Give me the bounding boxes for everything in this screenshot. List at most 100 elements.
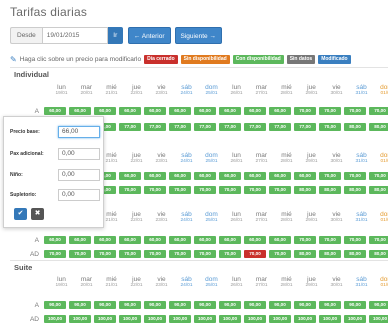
rate-cell[interactable]: 60,00	[169, 107, 191, 115]
rate-cell[interactable]: 80,00	[344, 123, 366, 131]
rate-cell[interactable]: 60,00	[94, 107, 116, 115]
rate-cell[interactable]: 70,00	[194, 186, 216, 194]
rate-cell[interactable]: 70,00	[244, 186, 266, 194]
rate-cell[interactable]: 90,00	[319, 301, 341, 309]
previous-button[interactable]: ← Anterior	[127, 27, 171, 44]
rate-cell[interactable]: 70,00	[119, 250, 141, 258]
rate-cell[interactable]: 80,00	[319, 186, 341, 194]
rate-cell[interactable]: 90,00	[169, 301, 191, 309]
rate-cell[interactable]: 77,00	[269, 123, 291, 131]
child-input[interactable]: 0,00	[58, 169, 100, 181]
extra-pax-input[interactable]: 0,00	[58, 148, 100, 160]
rate-cell[interactable]: 70,00	[319, 172, 341, 180]
rate-cell[interactable]: 90,00	[294, 301, 316, 309]
rate-cell[interactable]: 60,00	[194, 107, 216, 115]
rate-cell[interactable]: 70,00	[319, 123, 341, 131]
rate-cell[interactable]: 100,00	[294, 315, 316, 323]
rate-cell[interactable]: 60,00	[119, 236, 141, 244]
rate-cell[interactable]: 60,00	[244, 236, 266, 244]
go-button[interactable]: Ir	[107, 27, 123, 44]
rate-cell[interactable]: 60,00	[144, 236, 166, 244]
rate-cell[interactable]: 77,00	[294, 123, 316, 131]
rate-cell[interactable]: 70,00	[169, 250, 191, 258]
rate-cell[interactable]: 70,00	[44, 250, 66, 258]
rate-cell[interactable]: 60,00	[119, 172, 141, 180]
rate-cell[interactable]: 70,00	[319, 236, 341, 244]
rate-cell[interactable]: 60,00	[244, 107, 266, 115]
rate-cell[interactable]: 80,00	[344, 250, 366, 258]
rate-cell[interactable]: 70,00	[219, 186, 241, 194]
rate-cell[interactable]: 100,00	[344, 315, 366, 323]
rate-cell[interactable]: 70,00	[294, 107, 316, 115]
rate-cell[interactable]: 80,00	[369, 186, 388, 194]
rate-cell[interactable]: 77,00	[169, 123, 191, 131]
rate-cell[interactable]: 100,00	[169, 315, 191, 323]
rate-cell[interactable]: 90,00	[144, 301, 166, 309]
rate-cell[interactable]: 80,00	[294, 250, 316, 258]
confirm-button[interactable]: ✔	[14, 208, 27, 220]
rate-cell[interactable]: 70,00	[69, 250, 91, 258]
rate-cell[interactable]: 90,00	[219, 301, 241, 309]
rate-cell[interactable]: 100,00	[319, 315, 341, 323]
rate-cell[interactable]: 100,00	[69, 315, 91, 323]
date-input[interactable]: 19/01/2015	[41, 27, 108, 44]
rate-cell[interactable]: 60,00	[44, 107, 66, 115]
rate-cell[interactable]: 60,00	[269, 236, 291, 244]
rate-cell[interactable]: 100,00	[194, 315, 216, 323]
rate-cell[interactable]: 60,00	[119, 107, 141, 115]
rate-cell[interactable]: 70,00	[369, 172, 388, 180]
rate-cell[interactable]: 77,00	[244, 123, 266, 131]
rate-cell[interactable]: 100,00	[94, 315, 116, 323]
rate-cell[interactable]: 100,00	[269, 315, 291, 323]
rate-cell[interactable]: 100,00	[369, 315, 388, 323]
rate-cell[interactable]: 60,00	[69, 236, 91, 244]
rate-cell[interactable]: 100,00	[219, 315, 241, 323]
rate-cell[interactable]: 100,00	[44, 315, 66, 323]
rate-cell[interactable]: 77,00	[119, 123, 141, 131]
base-price-input[interactable]: 66,00	[58, 126, 100, 138]
rate-cell[interactable]: 60,00	[219, 236, 241, 244]
rate-cell[interactable]: 77,00	[194, 123, 216, 131]
rate-cell[interactable]: 70,00	[369, 107, 388, 115]
rate-cell[interactable]: 90,00	[119, 301, 141, 309]
rate-cell[interactable]: 70,00	[219, 250, 241, 258]
rate-cell[interactable]: 60,00	[69, 107, 91, 115]
rate-cell[interactable]: 70,00	[144, 186, 166, 194]
rate-cell[interactable]: 60,00	[244, 172, 266, 180]
rate-cell[interactable]: 100,00	[144, 315, 166, 323]
rate-cell[interactable]: 100,00	[244, 315, 266, 323]
rate-cell[interactable]: 60,00	[44, 236, 66, 244]
rate-cell[interactable]: 90,00	[94, 301, 116, 309]
rate-cell[interactable]: 60,00	[269, 172, 291, 180]
rate-cell[interactable]: 100,00	[119, 315, 141, 323]
rate-cell[interactable]: 80,00	[369, 250, 388, 258]
rate-cell[interactable]: 60,00	[269, 107, 291, 115]
rate-cell[interactable]: 70,00	[169, 186, 191, 194]
rate-cell[interactable]: 60,00	[169, 172, 191, 180]
rate-cell[interactable]: 70,00	[269, 186, 291, 194]
rate-cell[interactable]: 77,00	[219, 123, 241, 131]
rate-cell[interactable]: 70,00	[344, 172, 366, 180]
rate-cell[interactable]: 90,00	[69, 301, 91, 309]
rate-cell[interactable]: 80,00	[294, 186, 316, 194]
rate-cell[interactable]: 60,00	[219, 107, 241, 115]
rate-cell[interactable]: 77,00	[144, 123, 166, 131]
rate-cell[interactable]: 70,00	[144, 250, 166, 258]
rate-cell[interactable]: 90,00	[269, 301, 291, 309]
rate-cell[interactable]: 80,00	[319, 250, 341, 258]
rate-cell[interactable]: 90,00	[369, 301, 388, 309]
rate-cell[interactable]: 70,00	[194, 250, 216, 258]
rate-cell[interactable]: 70,00	[269, 250, 291, 258]
rate-cell[interactable]: 70,00	[344, 236, 366, 244]
rate-cell[interactable]: 70,00	[119, 186, 141, 194]
rate-cell[interactable]: 80,00	[369, 123, 388, 131]
rate-cell[interactable]: 80,00	[344, 186, 366, 194]
next-button[interactable]: Siguiente →	[174, 27, 222, 44]
rate-cell[interactable]: 70,00	[94, 250, 116, 258]
rate-cell[interactable]: 70,00	[319, 107, 341, 115]
extra-bed-input[interactable]: 0,00	[58, 189, 100, 201]
cancel-button[interactable]: ✖	[31, 208, 44, 220]
rate-cell[interactable]: 60,00	[94, 236, 116, 244]
rate-cell[interactable]: 60,00	[194, 172, 216, 180]
rate-cell[interactable]: 90,00	[44, 301, 66, 309]
